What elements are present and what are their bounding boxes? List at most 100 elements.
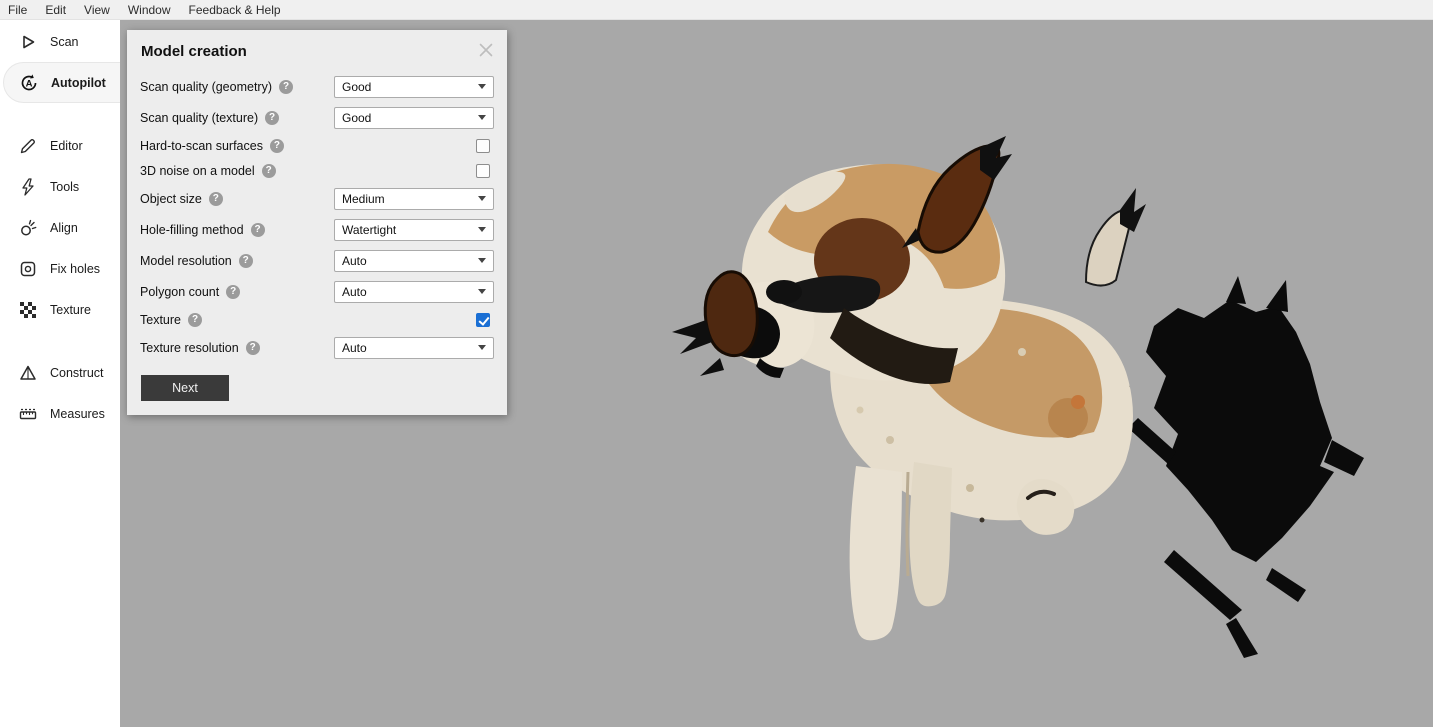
field-row-object-size: Object size? Medium bbox=[140, 183, 494, 214]
sidebar-item-autopilot[interactable]: A Autopilot bbox=[3, 62, 120, 103]
sidebar-item-tools[interactable]: Tools bbox=[0, 166, 120, 207]
field-label: Model resolution bbox=[140, 253, 232, 268]
help-icon[interactable]: ? bbox=[269, 138, 284, 153]
sidebar-item-editor[interactable]: Editor bbox=[0, 125, 120, 166]
field-control: Good bbox=[334, 75, 494, 98]
chevron-down-icon bbox=[478, 345, 486, 350]
menu-item-file[interactable]: File bbox=[8, 3, 36, 17]
field-label: Polygon count bbox=[140, 284, 220, 299]
field-row-scan-quality-geometry: Scan quality (geometry)? Good bbox=[140, 71, 494, 102]
field-row-scan-quality-texture: Scan quality (texture)? Good bbox=[140, 102, 494, 133]
menu-bar: File Edit View Window Feedback & Help bbox=[0, 0, 1433, 20]
help-icon[interactable]: ? bbox=[279, 79, 294, 94]
help-icon[interactable]: ? bbox=[265, 110, 280, 125]
dialog-fields: Scan quality (geometry)? Good Scan quality… bbox=[140, 71, 494, 363]
select-value: Good bbox=[342, 110, 372, 125]
field-row-hard-to-scan-surfaces: Hard-to-scan surfaces? bbox=[140, 133, 494, 158]
help-icon[interactable]: ? bbox=[226, 284, 241, 299]
field-row-polygon-count: Polygon count? Auto bbox=[140, 276, 494, 307]
field-control: Auto bbox=[334, 249, 494, 272]
model-creation-dialog: Model creation Scan quality (geometry)? G… bbox=[127, 30, 507, 415]
dog-front-leg-near bbox=[849, 466, 902, 641]
select-value: Auto bbox=[342, 284, 367, 299]
field-label: 3D noise on a model bbox=[140, 163, 255, 178]
help-icon[interactable]: ? bbox=[238, 253, 253, 268]
sidebar-item-label: Tools bbox=[50, 179, 80, 194]
checkbox-texture[interactable] bbox=[476, 312, 490, 327]
menu-item-edit[interactable]: Edit bbox=[36, 3, 75, 17]
dialog-title: Model creation bbox=[141, 43, 247, 60]
fix-holes-icon bbox=[17, 258, 39, 280]
field-label: Scan quality (texture) bbox=[140, 110, 259, 125]
select-object-size[interactable]: Medium bbox=[334, 187, 494, 210]
dog-left-ear bbox=[703, 270, 759, 358]
help-icon[interactable]: ? bbox=[188, 312, 202, 327]
menu-item-feedback-help[interactable]: Feedback & Help bbox=[180, 3, 290, 17]
scan-icon bbox=[17, 31, 39, 53]
checkbox-3d-noise-on-a-model[interactable] bbox=[476, 163, 490, 178]
select-scan-quality-geometry[interactable]: Good bbox=[334, 75, 494, 98]
chevron-down-icon bbox=[478, 258, 486, 263]
field-control bbox=[334, 138, 494, 153]
svg-text:A: A bbox=[26, 78, 33, 89]
chevron-down-icon bbox=[478, 227, 486, 232]
help-icon[interactable]: ? bbox=[245, 340, 260, 355]
next-button[interactable]: Next bbox=[141, 375, 229, 401]
select-polygon-count[interactable]: Auto bbox=[334, 280, 494, 303]
help-icon[interactable]: ? bbox=[250, 222, 265, 237]
menu-item-window[interactable]: Window bbox=[119, 3, 180, 17]
field-control: Auto bbox=[334, 280, 494, 303]
menu-item-view[interactable]: View bbox=[75, 3, 119, 17]
field-label: Hole-filling method bbox=[140, 222, 244, 237]
sidebar-item-texture[interactable]: Texture bbox=[0, 289, 120, 330]
dog-model bbox=[672, 136, 1146, 641]
field-label: Object size bbox=[140, 191, 202, 206]
field-control: Auto bbox=[334, 336, 494, 359]
sidebar-item-construct[interactable]: Construct bbox=[0, 352, 120, 393]
checkerboard-icon bbox=[17, 299, 39, 321]
select-scan-quality-texture[interactable]: Good bbox=[334, 106, 494, 129]
sidebar-item-label: Scan bbox=[50, 34, 79, 49]
help-icon[interactable]: ? bbox=[208, 191, 223, 206]
select-texture-resolution[interactable]: Auto bbox=[334, 336, 494, 359]
ruler-icon bbox=[17, 403, 39, 425]
sidebar-item-label: Align bbox=[50, 220, 78, 235]
sidebar-item-label: Measures bbox=[50, 406, 105, 421]
close-icon[interactable] bbox=[478, 42, 494, 58]
select-value: Good bbox=[342, 79, 372, 94]
sidebar-item-label: Autopilot bbox=[51, 75, 106, 90]
construct-icon bbox=[17, 362, 39, 384]
field-row-hole-filling-method: Hole-filling method? Watertight bbox=[140, 214, 494, 245]
select-value: Medium bbox=[342, 191, 385, 206]
field-label: Hard-to-scan surfaces bbox=[140, 138, 263, 153]
field-label: Scan quality (geometry) bbox=[140, 79, 273, 94]
chevron-down-icon bbox=[478, 289, 486, 294]
field-control: Good bbox=[334, 106, 494, 129]
sidebar-item-label: Texture bbox=[50, 302, 91, 317]
checkbox-hard-to-scan-surfaces[interactable] bbox=[476, 138, 490, 153]
sidebar-item-fix-holes[interactable]: Fix holes bbox=[0, 248, 120, 289]
select-value: Auto bbox=[342, 253, 367, 268]
select-hole-filling-method[interactable]: Watertight bbox=[334, 218, 494, 241]
chevron-down-icon bbox=[478, 196, 486, 201]
select-model-resolution[interactable]: Auto bbox=[334, 249, 494, 272]
sidebar-item-align[interactable]: Align bbox=[0, 207, 120, 248]
field-control bbox=[334, 312, 494, 327]
field-control: Watertight bbox=[334, 218, 494, 241]
sidebar-item-label: Construct bbox=[50, 365, 104, 380]
align-icon bbox=[17, 217, 39, 239]
viewport-3d[interactable]: Model creation Scan quality (geometry)? G… bbox=[120, 20, 1433, 727]
field-row-texture: Texture? bbox=[140, 307, 494, 332]
sidebar-item-scan[interactable]: Scan bbox=[0, 21, 120, 62]
field-label: Texture bbox=[140, 312, 181, 327]
select-value: Watertight bbox=[342, 222, 397, 237]
field-row-model-resolution: Model resolution? Auto bbox=[140, 245, 494, 276]
chevron-down-icon bbox=[478, 84, 486, 89]
field-row-3d-noise-on-a-model: 3D noise on a model? bbox=[140, 158, 494, 183]
help-icon[interactable]: ? bbox=[261, 163, 276, 178]
chevron-down-icon bbox=[478, 115, 486, 120]
sidebar-item-label: Fix holes bbox=[50, 261, 101, 276]
sidebar-item-measures[interactable]: Measures bbox=[0, 393, 120, 434]
main-area: Scan A Autopilot Editor Tools Align Fix … bbox=[0, 20, 1433, 727]
sidebar: Scan A Autopilot Editor Tools Align Fix … bbox=[0, 20, 120, 727]
